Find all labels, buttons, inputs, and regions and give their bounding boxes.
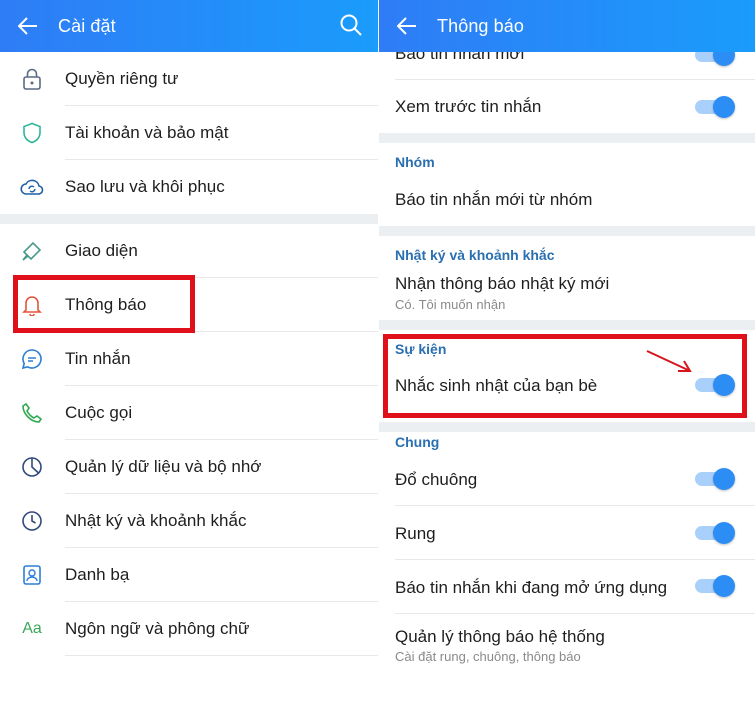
settings-item-privacy[interactable]: Quyền riêng tư (0, 52, 378, 106)
in-app-alert-label: Báo tin nhắn khi đang mở ứng dụng (395, 578, 668, 597)
contact-card-icon (20, 563, 44, 587)
settings-app-bar: Cài đặt (0, 0, 378, 52)
highlight-box (13, 275, 195, 333)
back-arrow-icon[interactable] (18, 16, 38, 36)
settings-item-label: Nhật ký và khoảnh khắc (65, 511, 247, 530)
settings-item-account-security[interactable]: Tài khoản và bảo mật (0, 106, 378, 160)
diary-notification-item[interactable]: Nhận thông báo nhật ký mới (395, 274, 609, 294)
settings-item-contacts[interactable]: Danh bạ (0, 548, 378, 602)
system-notification-item[interactable]: Quản lý thông báo hệ thống (395, 627, 605, 647)
settings-item-data-storage[interactable]: Quản lý dữ liệu và bộ nhớ (0, 440, 378, 494)
settings-item-backup-restore[interactable]: Sao lưu và khôi phục (0, 160, 378, 214)
search-icon[interactable] (340, 14, 362, 36)
group-message-alert-item[interactable]: Báo tin nhắn mới từ nhóm (395, 190, 592, 210)
settings-item-label: Giao diện (65, 241, 138, 260)
vibrate-toggle[interactable] (695, 522, 735, 544)
pie-chart-icon (20, 455, 44, 479)
ring-label: Đổ chuông (395, 470, 478, 489)
settings-item-calls[interactable]: Cuộc gọi (0, 386, 378, 440)
notifications-panel: Báo tin nhắn mới Thông báo Xem trước tin… (379, 0, 755, 707)
settings-item-messages[interactable]: Tin nhắn (0, 332, 378, 386)
highlight-box (383, 334, 747, 418)
vibrate-label: Rung (395, 524, 436, 543)
clock-icon (20, 509, 44, 533)
cloud-sync-icon (20, 175, 44, 199)
settings-item-label: Quản lý dữ liệu và bộ nhớ (65, 457, 262, 476)
settings-item-label: Danh bạ (65, 565, 130, 584)
general-section-header: Chung (395, 434, 440, 450)
section-gap (379, 226, 755, 236)
settings-item-label: Quyền riêng tư (65, 69, 179, 88)
settings-item-appearance[interactable]: Giao diện (0, 224, 378, 278)
shield-icon (20, 121, 44, 145)
notifications-app-bar: Thông báo (379, 0, 755, 52)
diary-section-header: Nhật ký và khoảnh khắc (395, 247, 555, 263)
message-preview-toggle[interactable] (695, 96, 735, 118)
settings-item-language-font[interactable]: Aa Ngôn ngữ và phông chữ (0, 602, 378, 656)
settings-item-label: Tài khoản và bảo mật (65, 123, 229, 142)
settings-item-label: Ngôn ngữ và phông chữ (65, 619, 250, 638)
settings-item-label: Cuộc gọi (65, 403, 133, 422)
message-preview-label: Xem trước tin nhắn (395, 97, 542, 116)
system-notification-subtitle: Cài đặt rung, chuông, thông báo (395, 649, 581, 664)
section-gap (379, 320, 755, 330)
settings-panel: Cài đặt Quyền riêng tư Tài khoản và bảo … (0, 0, 378, 707)
settings-title: Cài đặt (58, 15, 116, 36)
diary-notification-subtitle: Có. Tôi muốn nhận (395, 297, 506, 312)
section-gap (379, 133, 755, 143)
notifications-title: Thông báo (437, 15, 524, 36)
section-gap (379, 422, 755, 432)
settings-item-label: Tin nhắn (65, 349, 131, 368)
phone-icon (20, 401, 44, 425)
settings-item-label: Sao lưu và khôi phục (65, 177, 225, 196)
font-aa-icon: Aa (22, 620, 42, 637)
in-app-alert-toggle[interactable] (695, 575, 735, 597)
section-gap (0, 214, 378, 224)
back-arrow-icon[interactable] (397, 16, 417, 36)
paint-brush-icon (20, 239, 44, 263)
settings-item-diary[interactable]: Nhật ký và khoảnh khắc (0, 494, 378, 548)
lock-icon (20, 67, 44, 91)
chat-bubble-icon (20, 347, 44, 371)
ring-toggle[interactable] (695, 468, 735, 490)
group-section-header: Nhóm (395, 154, 435, 170)
